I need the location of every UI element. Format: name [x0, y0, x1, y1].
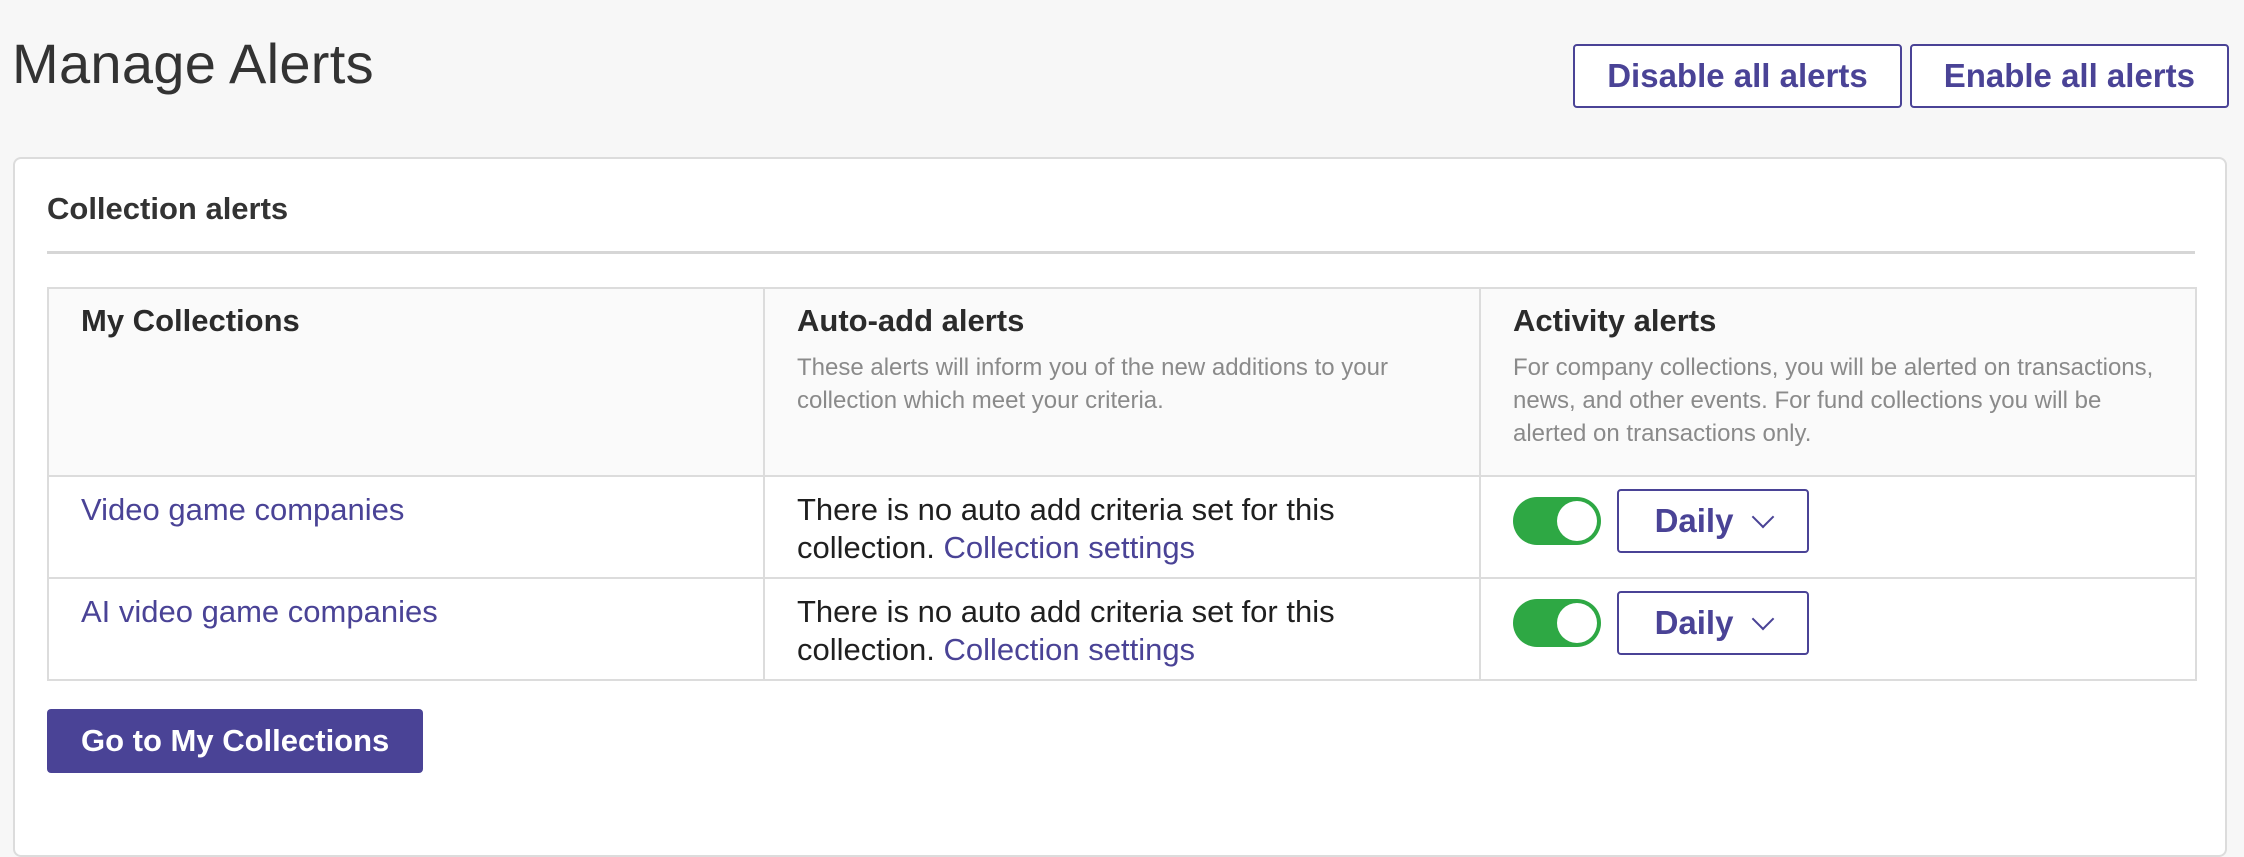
- table-row: Video game companies There is no auto ad…: [47, 475, 2197, 579]
- activity-alert-toggle[interactable]: [1513, 497, 1601, 545]
- collection-settings-link[interactable]: Collection settings: [943, 530, 1195, 565]
- disable-all-alerts-button[interactable]: Disable all alerts: [1573, 44, 1902, 108]
- criteria-text: There is no auto add criteria set for th…: [797, 491, 1447, 567]
- column-header-activity-alerts: Activity alerts For company collections,…: [1479, 287, 2197, 477]
- auto-add-cell: There is no auto add criteria set for th…: [763, 577, 1481, 681]
- column-title: My Collections: [81, 303, 300, 338]
- activity-controls: Daily: [1513, 591, 2163, 655]
- enable-all-alerts-button[interactable]: Enable all alerts: [1909, 44, 2229, 108]
- auto-add-cell: There is no auto add criteria set for th…: [763, 475, 1481, 579]
- collection-link[interactable]: AI video game companies: [81, 594, 438, 629]
- table-header-row: My Collections Auto-add alerts These ale…: [47, 287, 2197, 477]
- toggle-knob: [1557, 501, 1597, 541]
- activity-alerts-cell: Daily: [1479, 577, 2197, 681]
- criteria-text: There is no auto add criteria set for th…: [797, 593, 1447, 669]
- collection-name-cell: AI video game companies: [47, 577, 765, 681]
- chevron-down-icon: [1752, 505, 1775, 529]
- collection-alerts-panel: Collection alerts My Collections Auto-ad…: [13, 157, 2227, 857]
- column-title: Activity alerts: [1513, 303, 1717, 338]
- column-title: Auto-add alerts: [797, 303, 1025, 338]
- column-header-my-collections: My Collections: [47, 287, 765, 477]
- panel-divider: [47, 251, 2195, 254]
- page-title: Manage Alerts: [12, 32, 374, 95]
- panel-heading: Collection alerts: [47, 191, 289, 226]
- chevron-down-icon: [1752, 607, 1775, 631]
- activity-controls: Daily: [1513, 489, 2163, 553]
- column-description: For company collections, you will be ale…: [1513, 354, 2154, 447]
- frequency-value: Daily: [1654, 604, 1734, 641]
- frequency-dropdown[interactable]: Daily: [1617, 489, 1809, 553]
- header-actions: Disable all alerts Enable all alerts: [1573, 44, 2229, 108]
- column-header-auto-add-alerts: Auto-add alerts These alerts will inform…: [763, 287, 1481, 477]
- toggle-knob: [1557, 603, 1597, 643]
- go-to-my-collections-button[interactable]: Go to My Collections: [47, 709, 424, 773]
- frequency-value: Daily: [1654, 502, 1734, 539]
- collection-name-cell: Video game companies: [47, 475, 765, 579]
- collection-settings-link[interactable]: Collection settings: [943, 632, 1195, 667]
- activity-alerts-cell: Daily: [1479, 475, 2197, 579]
- alerts-table: My Collections Auto-add alerts These ale…: [47, 287, 2197, 681]
- column-description: These alerts will inform you of the new …: [797, 354, 1388, 414]
- table-row: AI video game companies There is no auto…: [47, 577, 2197, 681]
- activity-alert-toggle[interactable]: [1513, 599, 1601, 647]
- collection-link[interactable]: Video game companies: [81, 492, 404, 527]
- frequency-dropdown[interactable]: Daily: [1617, 591, 1809, 655]
